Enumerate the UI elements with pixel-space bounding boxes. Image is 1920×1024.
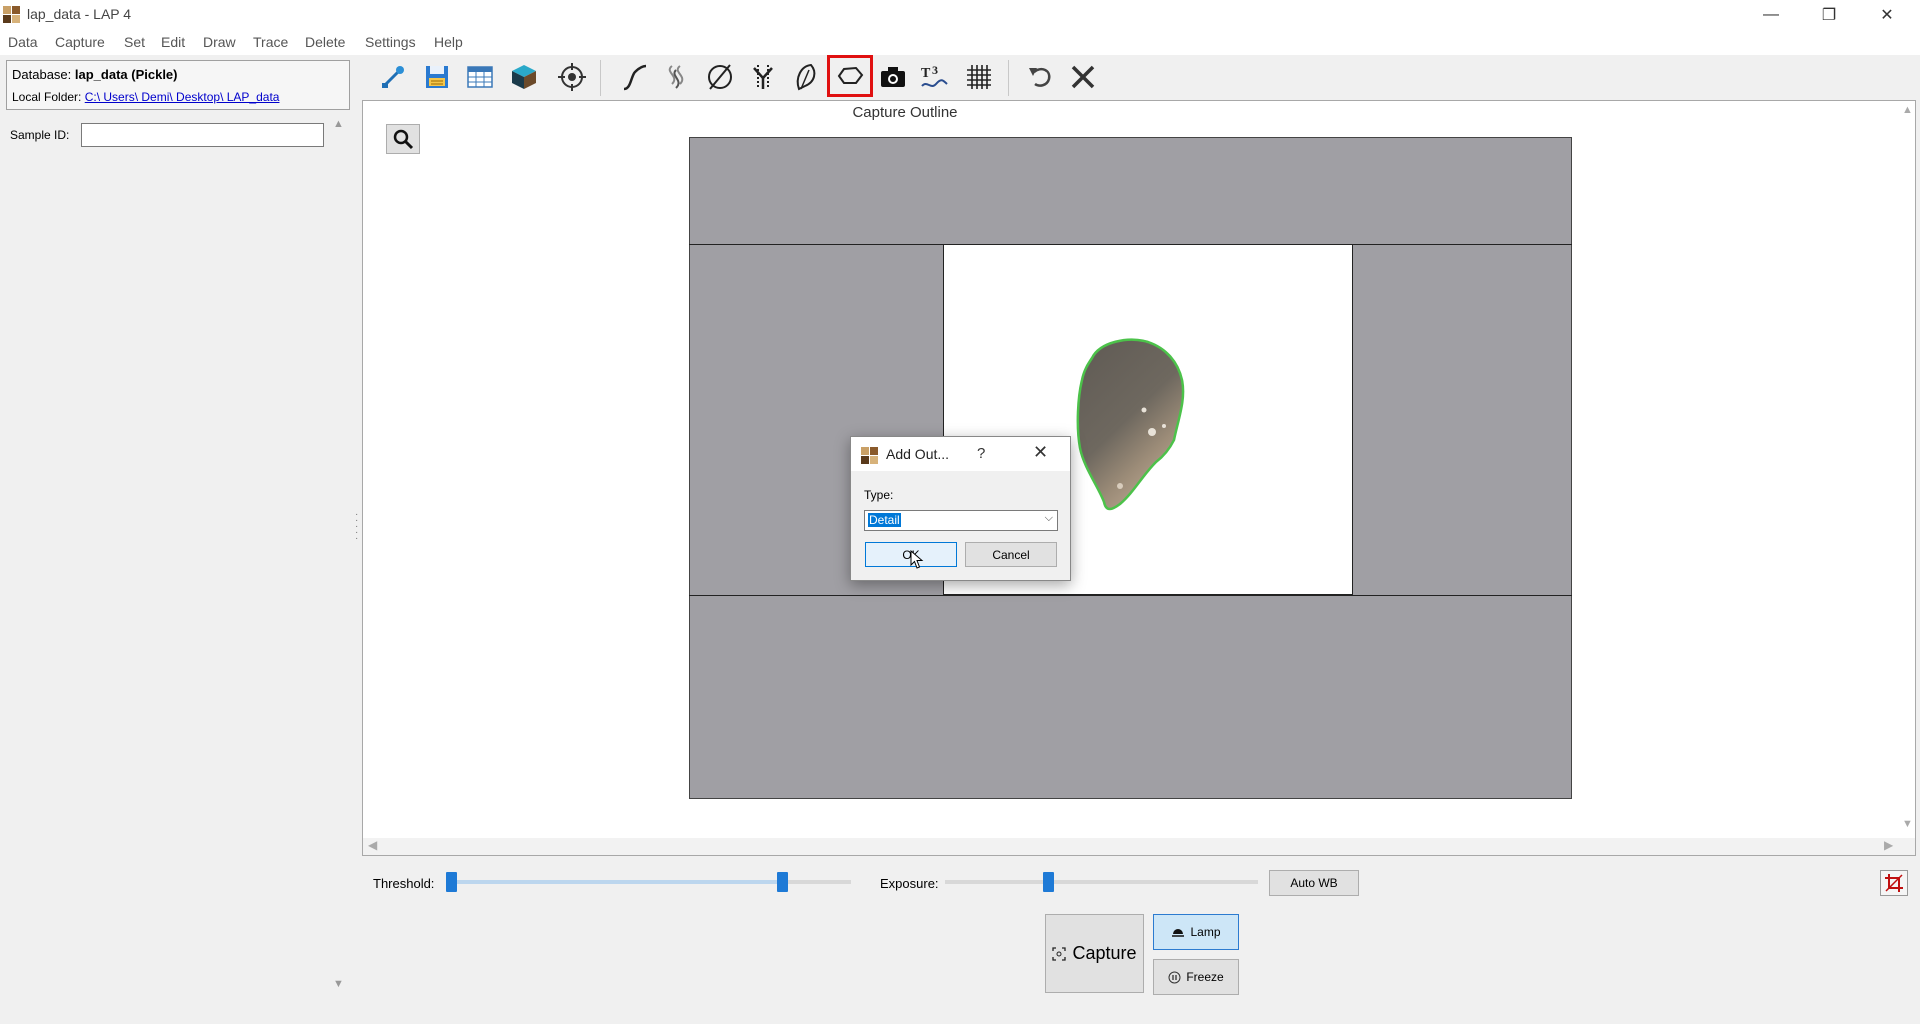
sample-id-input[interactable] — [81, 123, 324, 147]
dialog-help-button[interactable]: ? — [977, 445, 985, 462]
cube-icon[interactable] — [505, 58, 543, 96]
null-circle-icon[interactable] — [701, 58, 739, 96]
undo-icon[interactable] — [1021, 58, 1059, 96]
menu-settings[interactable]: Settings — [365, 34, 416, 50]
menu-trace[interactable]: Trace — [253, 34, 288, 50]
zoom-button[interactable] — [386, 124, 420, 154]
menu-data[interactable]: Data — [8, 34, 38, 50]
threshold-high-handle[interactable] — [776, 872, 788, 892]
menu-delete[interactable]: Delete — [305, 34, 345, 50]
canvas-scroll-up-icon[interactable]: ▲ — [1902, 104, 1913, 116]
horizontal-scrollbar[interactable] — [363, 838, 1915, 855]
specimen-image — [1076, 338, 1185, 511]
menu-help[interactable]: Help — [434, 34, 463, 50]
dialog-app-icon — [861, 447, 878, 464]
left-scroll-down-icon[interactable]: ▼ — [333, 978, 344, 990]
app-logo-icon — [3, 6, 20, 23]
camera-icon[interactable] — [874, 58, 912, 96]
canvas-scroll-down-icon[interactable]: ▼ — [1902, 818, 1913, 830]
threshold-range-fill — [446, 880, 783, 884]
split-line-icon[interactable] — [744, 58, 782, 96]
lamp-toggle-button[interactable]: Lamp — [1153, 914, 1239, 950]
delete-icon[interactable] — [1064, 58, 1102, 96]
minimize-button[interactable]: — — [1742, 0, 1800, 30]
local-folder-label: Local Folder: — [12, 90, 82, 104]
menu-capture[interactable]: Capture — [55, 34, 105, 50]
curve-icon[interactable] — [615, 58, 653, 96]
database-name: lap_data (Pickle) — [74, 67, 178, 82]
canvas-scroll-left-icon[interactable]: ◀ — [368, 838, 377, 852]
sample-id-label: Sample ID: — [10, 128, 70, 142]
svg-text:T: T — [921, 66, 931, 81]
connect-icon[interactable] — [374, 58, 412, 96]
capture-label: Capture — [1072, 943, 1137, 963]
close-window-button[interactable]: ✕ — [1858, 0, 1916, 30]
toolbar-separator — [600, 60, 601, 96]
svg-text:3: 3 — [932, 63, 938, 77]
lamp-icon — [1172, 929, 1185, 937]
threshold-low-handle[interactable] — [446, 872, 457, 892]
capture-button[interactable]: Capture — [1045, 914, 1144, 993]
outline-icon[interactable] — [827, 55, 873, 97]
leaf-icon[interactable] — [787, 58, 825, 96]
menu-set[interactable]: Set — [124, 34, 145, 50]
text-trace-icon[interactable]: T3 — [915, 58, 953, 96]
auto-wb-button[interactable]: Auto WB — [1269, 870, 1359, 896]
magnifier-icon — [393, 129, 414, 150]
panel-splitter-handle[interactable]: · · · · · — [355, 510, 361, 544]
exposure-track[interactable] — [945, 880, 1258, 884]
exposure-handle[interactable] — [1042, 872, 1054, 892]
menu-edit[interactable]: Edit — [161, 34, 185, 50]
canvas-title: Capture Outline — [852, 104, 958, 121]
local-folder-link[interactable]: C:\ Users\ Demi\ Desktop\ LAP_data — [85, 90, 280, 104]
canvas-scroll-right-icon[interactable]: ▶ — [1884, 838, 1893, 852]
type-select-value: Detail — [868, 513, 901, 527]
target-icon[interactable] — [553, 58, 591, 96]
database-label: Database: — [12, 67, 72, 82]
spiral-icon[interactable] — [658, 58, 696, 96]
type-label: Type: — [864, 488, 894, 502]
grid-icon[interactable] — [960, 58, 998, 96]
mouse-cursor-icon — [910, 550, 924, 569]
database-info-panel: Database: lap_data (Pickle) Local Folder… — [6, 60, 350, 110]
lamp-label: Lamp — [1190, 925, 1221, 939]
save-icon[interactable] — [418, 58, 456, 96]
toolbar-separator — [1008, 60, 1009, 96]
exposure-label: Exposure: — [880, 876, 939, 891]
crop-tool-icon[interactable] — [1880, 870, 1908, 896]
type-select[interactable]: Detail ⌵ — [864, 510, 1058, 531]
dialog-close-button[interactable]: ✕ — [1033, 442, 1048, 463]
crop-guide-bottom — [689, 595, 1572, 596]
threshold-label: Threshold: — [373, 876, 435, 891]
window-title: lap_data - LAP 4 — [27, 6, 132, 22]
freeze-label: Freeze — [1186, 970, 1224, 984]
chevron-down-icon[interactable]: ⌵ — [1045, 512, 1053, 525]
cancel-button[interactable]: Cancel — [965, 542, 1057, 567]
table-icon[interactable] — [461, 58, 499, 96]
capture-frame-icon — [1052, 946, 1067, 961]
title-bar — [0, 0, 1920, 30]
add-outline-dialog: Add Out... ? ✕ Type: Detail ⌵ OK Cancel — [850, 436, 1071, 581]
pause-icon — [1168, 971, 1181, 983]
dialog-title: Add Out... — [886, 446, 950, 462]
menu-draw[interactable]: Draw — [203, 34, 236, 50]
freeze-button[interactable]: Freeze — [1153, 959, 1239, 995]
maximize-button[interactable]: ❐ — [1800, 0, 1858, 30]
